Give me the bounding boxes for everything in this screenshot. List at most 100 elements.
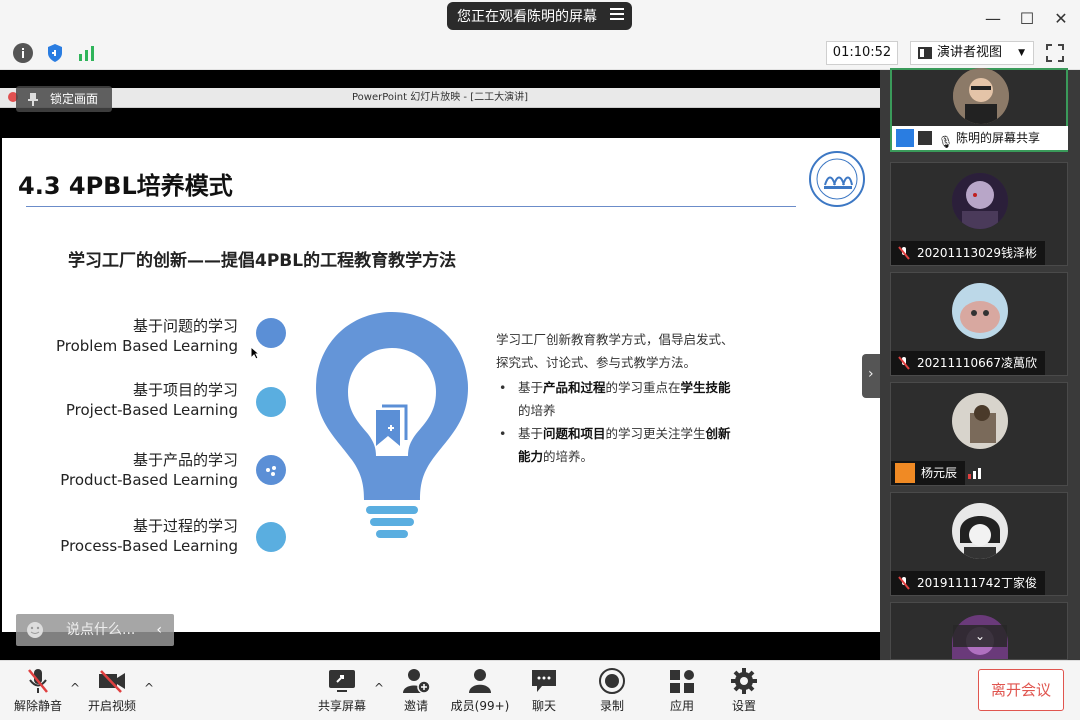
gear-icon bbox=[731, 668, 757, 694]
list-item: 基于产品的学习 Product-Based Learning bbox=[60, 450, 238, 490]
slide-title: 4.3 4PBL培养模式 bbox=[18, 172, 233, 200]
lock-screen-button[interactable]: 锁定画面 bbox=[16, 86, 112, 112]
avatar bbox=[952, 503, 1008, 559]
share-screen-button[interactable]: 共享屏幕 bbox=[314, 661, 370, 721]
bullet-2: 基于问题和项目的学习更关注学生创新能力的培养。 bbox=[496, 422, 756, 468]
unmute-label: 解除静音 bbox=[13, 699, 62, 713]
problem-dot-icon bbox=[256, 318, 286, 348]
apps-button[interactable]: 应用 bbox=[660, 661, 704, 721]
item-cn: 基于产品的学习 bbox=[132, 451, 238, 469]
presenter-view-icon bbox=[918, 47, 932, 59]
participant-tile[interactable]: ⌄ bbox=[890, 602, 1068, 660]
settings-button[interactable]: 设置 bbox=[722, 661, 766, 721]
chat-input-bubble[interactable]: 说点什么... ‹ bbox=[16, 614, 174, 646]
bottom-control-bar: 解除静音 ^ 开启视频 ^ 共享屏幕 ^ 邀请 成员(99+) 聊天 录制 应用… bbox=[0, 660, 1080, 720]
apps-grid-icon bbox=[670, 670, 694, 693]
chevron-up-icon[interactable]: ^ bbox=[70, 681, 80, 695]
nameplate: 20201113029钱泽彬 bbox=[891, 241, 1045, 265]
pin-icon bbox=[28, 93, 38, 106]
item-cn: 基于项目的学习 bbox=[132, 381, 238, 399]
members-icon bbox=[469, 669, 491, 693]
avatar bbox=[952, 173, 1008, 229]
share-notice-text: 您正在观看陈明的屏幕 bbox=[457, 9, 597, 25]
ppt-window-title: PowerPoint 幻灯片放映 - [二工大演讲] bbox=[0, 88, 880, 108]
maximize-button[interactable]: ☐ bbox=[1016, 8, 1038, 30]
item-cn: 基于过程的学习 bbox=[132, 517, 238, 535]
product-dot-icon bbox=[256, 455, 286, 485]
record-button[interactable]: 录制 bbox=[590, 661, 634, 721]
chevron-left-icon[interactable]: ‹ bbox=[156, 614, 162, 646]
avatar bbox=[952, 283, 1008, 339]
list-item: 基于项目的学习 Project-Based Learning bbox=[66, 380, 238, 420]
host-icon bbox=[896, 129, 914, 147]
nameplate: 20191111742丁家俊 bbox=[891, 571, 1045, 595]
unmute-button[interactable]: 解除静音 bbox=[10, 661, 66, 721]
menu-icon[interactable] bbox=[610, 8, 624, 23]
chevron-up-icon[interactable]: ^ bbox=[144, 681, 154, 695]
chat-button[interactable]: 聊天 bbox=[522, 661, 566, 721]
mic-muted-icon bbox=[898, 576, 910, 590]
nameplate: 杨元辰 bbox=[891, 461, 981, 485]
members-button[interactable]: 成员(99+) bbox=[448, 661, 512, 721]
item-cn: 基于问题的学习 bbox=[132, 317, 238, 335]
chevron-up-icon[interactable]: ^ bbox=[374, 681, 384, 695]
chat-icon bbox=[532, 670, 556, 692]
process-dot-icon bbox=[256, 522, 286, 552]
start-video-button[interactable]: 开启视频 bbox=[84, 661, 140, 721]
minimize-button[interactable]: — bbox=[982, 8, 1004, 30]
participant-tile[interactable]: 杨元辰 bbox=[890, 382, 1068, 486]
leave-meeting-button[interactable]: 离开会议 bbox=[978, 669, 1064, 711]
list-item: 基于问题的学习 Problem Based Learning bbox=[56, 316, 238, 356]
share-screen-label: 共享屏幕 bbox=[317, 699, 366, 713]
item-en: Process-Based Learning bbox=[60, 537, 238, 555]
members-label: 成员(99+) bbox=[450, 699, 510, 713]
video-off-icon bbox=[99, 670, 125, 693]
chat-placeholder: 说点什么... bbox=[66, 622, 136, 638]
mic-muted-icon bbox=[898, 356, 910, 370]
title-divider bbox=[26, 206, 796, 207]
slide-subtitle: 学习工厂的创新——提倡4PBL的工程教育教学方法 bbox=[68, 251, 457, 271]
participant-name: 杨元辰 bbox=[921, 466, 958, 480]
nameplate: 20211110667凌萬欣 bbox=[891, 351, 1045, 375]
close-button[interactable]: ✕ bbox=[1050, 8, 1072, 30]
participant-tile[interactable]: 20201113029钱泽彬 bbox=[890, 162, 1068, 266]
share-screen-icon bbox=[329, 670, 355, 692]
fullscreen-icon[interactable] bbox=[1046, 44, 1064, 62]
avatar bbox=[952, 393, 1008, 449]
record-icon bbox=[599, 668, 625, 694]
mic-muted-icon bbox=[28, 669, 48, 693]
slide-description: 学习工厂创新教育教学方式，倡导启发式、 探究式、讨论式、参与式教学方法。 基于产… bbox=[496, 328, 756, 468]
audio-level-icon bbox=[968, 468, 981, 479]
invite-button[interactable]: 邀请 bbox=[394, 661, 438, 721]
network-signal-icon[interactable] bbox=[77, 43, 97, 63]
invite-label: 邀请 bbox=[403, 699, 428, 713]
participant-panel: 🎙 陈明的屏幕共享 20201113029钱泽彬 20211110667凌萬欣 … bbox=[880, 68, 1080, 660]
intro-line-2: 探究式、讨论式、参与式教学方法。 bbox=[496, 355, 697, 370]
info-icon[interactable] bbox=[13, 43, 33, 63]
apps-label: 应用 bbox=[669, 699, 694, 713]
scroll-down-button[interactable]: ⌄ bbox=[953, 625, 1007, 647]
bullet-1: 基于产品和过程的学习重点在学生技能的培养 bbox=[496, 376, 756, 422]
item-en: Problem Based Learning bbox=[55, 337, 238, 355]
participant-name: 20191111742丁家俊 bbox=[917, 576, 1037, 590]
participant-name: 20201113029钱泽彬 bbox=[917, 246, 1037, 260]
share-notice-pill[interactable]: 您正在观看陈明的屏幕 bbox=[447, 2, 632, 30]
item-en: Product-Based Learning bbox=[60, 471, 238, 489]
user-icon bbox=[895, 463, 915, 483]
presenter-view-label: 演讲者视图 bbox=[937, 45, 1003, 60]
list-item: 基于过程的学习 Process-Based Learning bbox=[60, 516, 238, 556]
participant-tile[interactable]: 20211110667凌萬欣 bbox=[890, 272, 1068, 376]
avatar bbox=[953, 68, 1009, 124]
project-dot-icon bbox=[256, 387, 286, 417]
shared-screen: PowerPoint 幻灯片放映 - [二工大演讲] 锁定画面 4.3 4PBL… bbox=[0, 70, 880, 660]
participant-name: 陈明的屏幕共享 bbox=[956, 131, 1041, 145]
participant-tile[interactable]: 🎙 陈明的屏幕共享 bbox=[890, 68, 1068, 152]
emoji-icon[interactable] bbox=[26, 621, 44, 639]
security-shield-icon[interactable] bbox=[45, 43, 65, 63]
lightbulb-icon bbox=[316, 312, 468, 538]
participant-name: 20211110667凌萬欣 bbox=[917, 356, 1037, 370]
participant-tile[interactable]: 20191111742丁家俊 bbox=[890, 492, 1068, 596]
presenter-view-dropdown[interactable]: 演讲者视图 ▼ bbox=[910, 41, 1034, 65]
meeting-toolbar: 01:10:52 演讲者视图 ▼ bbox=[0, 38, 1080, 70]
title-bar: 您正在观看陈明的屏幕 — ☐ ✕ bbox=[0, 0, 1080, 38]
